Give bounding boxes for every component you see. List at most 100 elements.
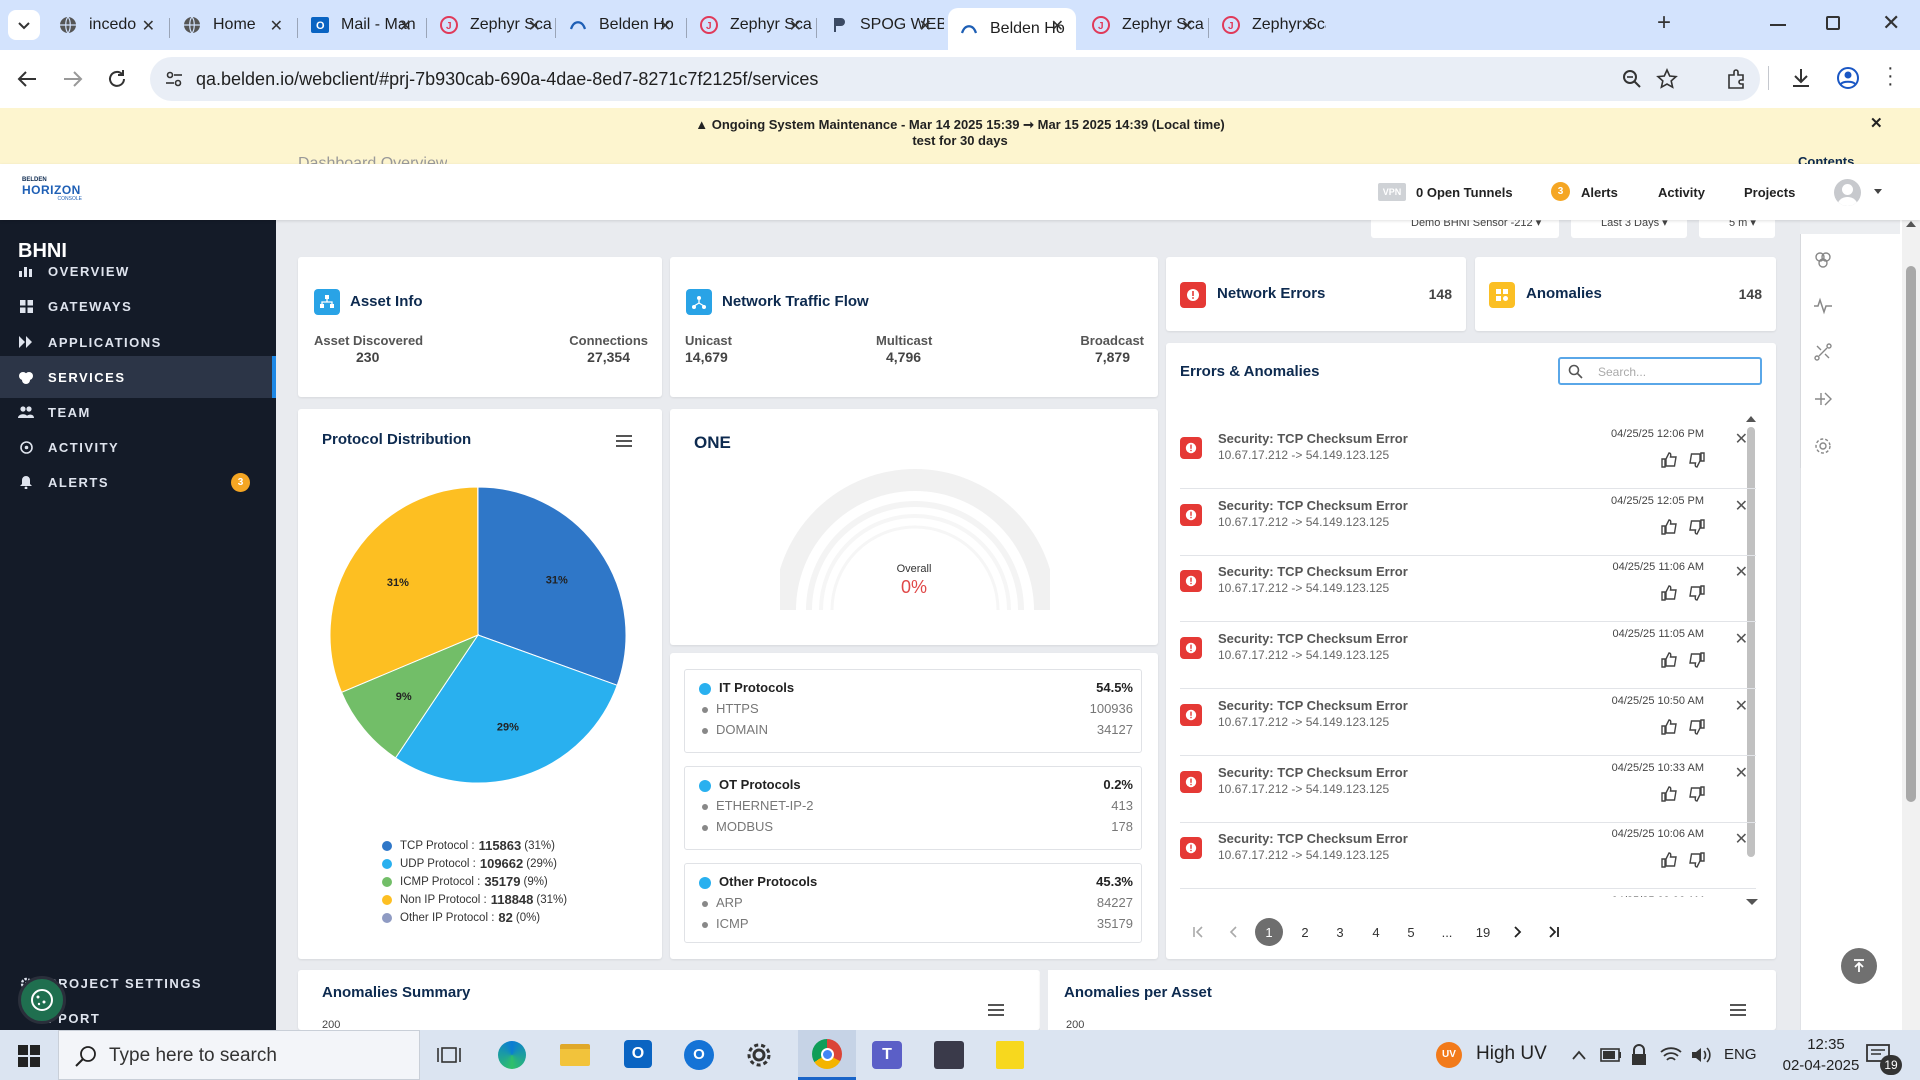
- close-icon[interactable]: ✕: [659, 16, 672, 36]
- thumbs-up-icon[interactable]: [1660, 785, 1678, 803]
- dismiss-close-icon[interactable]: ✕: [1735, 696, 1748, 716]
- thumbs-down-icon[interactable]: [1688, 718, 1706, 736]
- taskbar-search-box[interactable]: Type here to search: [58, 1030, 420, 1080]
- legend-item[interactable]: Non IP Protocol :118848 (31%): [382, 892, 567, 907]
- first-page-icon[interactable]: [1184, 918, 1212, 946]
- settings-tool-icon[interactable]: [1813, 436, 1833, 456]
- thumbs-up-icon[interactable]: [1660, 651, 1678, 669]
- page-button-1[interactable]: 1: [1255, 918, 1283, 946]
- page-button-5[interactable]: 5: [1397, 918, 1425, 946]
- close-icon[interactable]: ✕: [270, 16, 283, 36]
- dismiss-close-icon[interactable]: ✕: [1735, 629, 1748, 649]
- route-tool-icon[interactable]: [1813, 342, 1833, 362]
- anomalies-card[interactable]: Anomalies 148: [1475, 257, 1776, 331]
- task-view-icon[interactable]: [437, 1044, 461, 1066]
- volume-icon[interactable]: [1690, 1046, 1712, 1064]
- error-list-item[interactable]: Security: TCP Checksum Error 10.67.17.212…: [1180, 490, 1756, 556]
- errors-search-input[interactable]: Search...: [1558, 357, 1762, 385]
- user-menu-caret-icon[interactable]: [1874, 189, 1882, 195]
- restore-button[interactable]: [1826, 16, 1840, 30]
- close-icon[interactable]: ✕: [1181, 16, 1194, 36]
- legend-item[interactable]: Other IP Protocol :82 (0%): [382, 910, 540, 925]
- last-page-icon[interactable]: [1540, 918, 1568, 946]
- thumbs-up-icon[interactable]: [1660, 718, 1678, 736]
- thumbs-down-icon[interactable]: [1688, 785, 1706, 803]
- error-list-item[interactable]: Security: TCP Checksum Error 10.67.17.212…: [1180, 423, 1756, 489]
- scroll-down-icon[interactable]: [1746, 898, 1758, 906]
- prev-page-icon[interactable]: [1219, 918, 1247, 946]
- chart-menu-icon[interactable]: [616, 435, 632, 447]
- per-asset-menu-icon[interactable]: [1730, 1004, 1746, 1016]
- close-icon[interactable]: ✕: [399, 16, 412, 36]
- activity-link[interactable]: Activity: [1658, 185, 1705, 200]
- dismiss-close-icon[interactable]: ✕: [1735, 829, 1748, 849]
- new-tab-button[interactable]: +: [1652, 11, 1676, 36]
- dismiss-close-icon[interactable]: ✕: [1735, 896, 1748, 897]
- browser-tab[interactable]: Home ✕: [171, 8, 295, 42]
- cookie-settings-button[interactable]: [18, 976, 66, 1024]
- outlook-app-icon[interactable]: O: [624, 1040, 652, 1068]
- bookmark-star-icon[interactable]: [1656, 68, 1678, 90]
- close-icon[interactable]: ✕: [1051, 16, 1064, 36]
- network-errors-card[interactable]: Network Errors 148: [1166, 257, 1466, 331]
- legend-item[interactable]: TCP Protocol :115863 (31%): [382, 838, 555, 853]
- teams-app-icon[interactable]: T: [872, 1041, 902, 1069]
- page-button-4[interactable]: 4: [1362, 918, 1390, 946]
- thumbs-down-icon[interactable]: [1688, 451, 1706, 469]
- summary-menu-icon[interactable]: [988, 1004, 1004, 1016]
- vpn-lock-icon[interactable]: [1630, 1044, 1648, 1066]
- dismiss-close-icon[interactable]: ✕: [1735, 562, 1748, 582]
- page-button-19[interactable]: 19: [1469, 918, 1497, 946]
- thumbs-down-icon[interactable]: [1688, 651, 1706, 669]
- zoom-icon[interactable]: [1622, 69, 1642, 89]
- minimize-button[interactable]: [1770, 24, 1786, 26]
- back-icon[interactable]: [16, 68, 38, 90]
- wifi-icon[interactable]: [1660, 1046, 1682, 1064]
- weather-badge-icon[interactable]: UV: [1436, 1042, 1462, 1068]
- file-explorer-icon[interactable]: [560, 1044, 590, 1066]
- close-icon[interactable]: ✕: [919, 16, 932, 36]
- browser-tab[interactable]: J Zephyr Sca ✕: [688, 8, 814, 42]
- share-tool-icon[interactable]: [1813, 389, 1833, 409]
- alerts-link[interactable]: Alerts: [1581, 185, 1618, 200]
- chrome-app-active[interactable]: [798, 1030, 856, 1080]
- close-icon[interactable]: ✕: [789, 16, 802, 36]
- address-bar[interactable]: qa.belden.io/webclient/#prj-7b930cab-690…: [150, 57, 1760, 101]
- scroll-up-icon[interactable]: [1746, 415, 1756, 423]
- close-icon[interactable]: ✕: [528, 16, 541, 36]
- pulse-tool-icon[interactable]: [1813, 296, 1833, 316]
- forward-icon[interactable]: [62, 68, 84, 90]
- thumbs-up-icon[interactable]: [1660, 851, 1678, 869]
- legend-item[interactable]: UDP Protocol :109662 (29%): [382, 856, 557, 871]
- edge-app-icon[interactable]: [498, 1041, 526, 1069]
- error-list-item[interactable]: Security: TCP Checksum Error 10.67.17.212…: [1180, 690, 1756, 756]
- weather-text[interactable]: High UV: [1476, 1043, 1547, 1065]
- protocol-group-other-protocols[interactable]: Other Protocols 45.3% ARP 84227 ICMP 35179: [684, 863, 1142, 943]
- protocol-group-it-protocols[interactable]: IT Protocols 54.5% HTTPS 100936 DOMAIN 34127: [684, 669, 1142, 753]
- open-tunnels-link[interactable]: 0 Open Tunnels: [1416, 185, 1513, 200]
- close-window-button[interactable]: ✕: [1882, 10, 1900, 36]
- browser-tab[interactable]: incedo ✕: [47, 8, 167, 42]
- snipping-tool-icon[interactable]: [934, 1041, 964, 1069]
- battery-icon[interactable]: [1600, 1048, 1622, 1062]
- extensions-icon[interactable]: [1726, 68, 1748, 90]
- projects-link[interactable]: Projects: [1744, 185, 1795, 200]
- site-info-icon[interactable]: [164, 69, 184, 89]
- error-list-item[interactable]: Security: TCP Checksum Error 10.67.17.212…: [1180, 757, 1756, 823]
- page-scroll-thumb[interactable]: [1906, 266, 1916, 802]
- thumbs-up-icon[interactable]: [1660, 518, 1678, 536]
- thumbs-down-icon[interactable]: [1688, 584, 1706, 602]
- tab-search-button[interactable]: [8, 10, 40, 40]
- error-list-item[interactable]: Security: TCP Checksum Error 10.67.17.212…: [1180, 556, 1756, 623]
- clock-date[interactable]: 02-04-2025: [1772, 1057, 1870, 1074]
- belden-horizon-logo[interactable]: BELDEN HORIZON CONSOLE: [22, 177, 92, 207]
- profile-icon[interactable]: [1836, 66, 1860, 90]
- error-list-item[interactable]: Security: TCP Checksum Error 10.67.17.212…: [1180, 623, 1756, 690]
- windows-start-icon[interactable]: [18, 1045, 40, 1067]
- browser-tab[interactable]: Belden Ho ✕: [557, 8, 684, 42]
- browser-tab[interactable]: SPOG WEB ✕: [818, 8, 944, 42]
- language-indicator[interactable]: ENG: [1724, 1046, 1757, 1063]
- legend-item[interactable]: ICMP Protocol :35179 (9%): [382, 874, 548, 889]
- sticky-notes-icon[interactable]: [996, 1041, 1024, 1069]
- close-icon[interactable]: ✕: [1301, 16, 1314, 36]
